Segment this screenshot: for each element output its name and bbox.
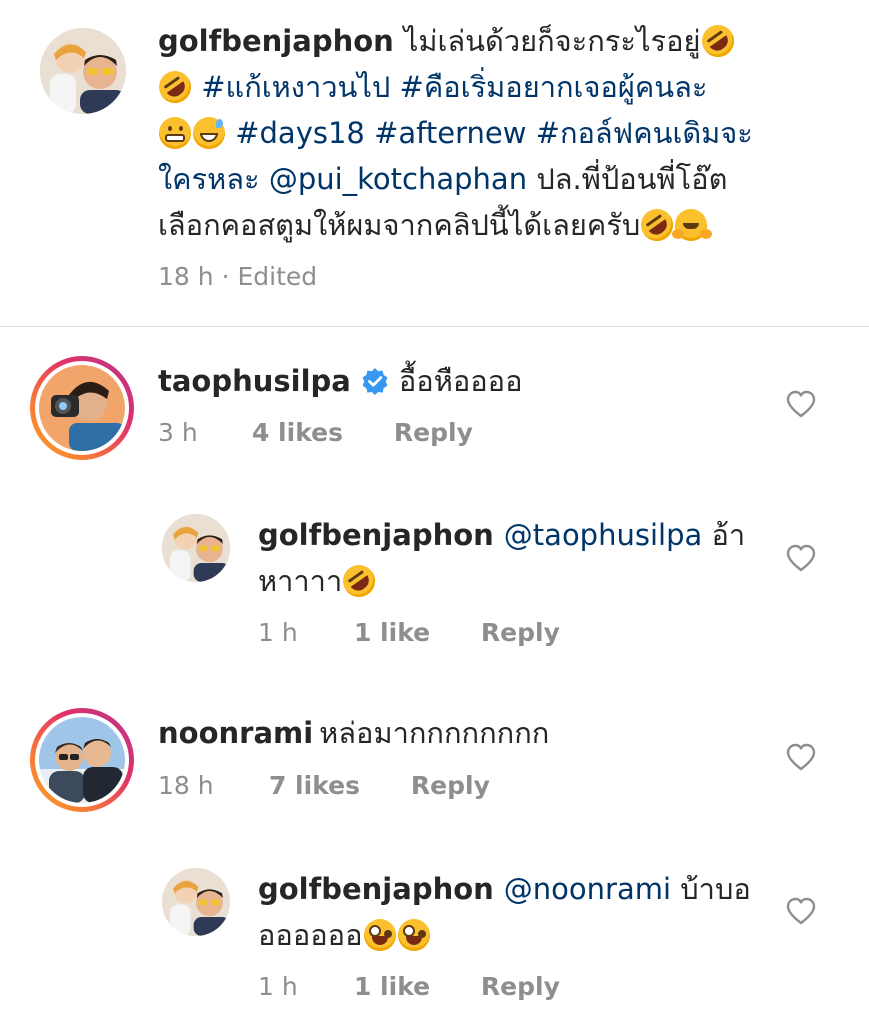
grin-sweat-emoji-icon bbox=[193, 117, 225, 149]
caption-hashtags[interactable]: #days18 #afternew #กอล์ฟคนเดิมจะ bbox=[235, 116, 753, 150]
comment-likes-count[interactable]: 4 likes bbox=[252, 418, 386, 447]
caption-divider bbox=[0, 326, 869, 327]
caption-avatar[interactable] bbox=[40, 28, 126, 114]
caption-text: golfbenjaphon ไม่เล่นด้วยก็จะกระไรอยู่ #แ… bbox=[152, 18, 798, 248]
reply-avatar[interactable] bbox=[162, 868, 230, 936]
zany-face-emoji-icon bbox=[363, 919, 396, 951]
avatar-photo bbox=[39, 717, 125, 803]
comment-avatar[interactable] bbox=[30, 356, 134, 460]
comment-avatar[interactable] bbox=[30, 708, 134, 812]
reply-text: golfbenjaphon @noonrami บ้าบอ ออออออ bbox=[258, 866, 758, 958]
reply-time: 1 h bbox=[258, 618, 298, 647]
caption-text-part: ปล.พี่ป้อนพี่โอ๊ต bbox=[536, 162, 728, 196]
comment-meta: 18 h 7 likes Reply bbox=[158, 771, 490, 800]
reply-mention[interactable]: @taophusilpa bbox=[504, 518, 702, 552]
caption-edited: · Edited bbox=[221, 262, 318, 291]
reply-username[interactable]: golfbenjaphon bbox=[258, 518, 494, 552]
reply-mention[interactable]: @noonrami bbox=[504, 872, 671, 906]
reply-meta: 1 h 1 like Reply bbox=[258, 618, 560, 647]
caption-meta: 18 h · Edited bbox=[158, 262, 317, 291]
caption-time: 18 h bbox=[158, 262, 214, 291]
reply-avatar[interactable] bbox=[162, 514, 230, 582]
comment-body: หล่อมากกกกกกกก bbox=[319, 716, 550, 750]
caption-mention[interactable]: @pui_kotchaphan bbox=[269, 162, 527, 196]
reply-button[interactable]: Reply bbox=[394, 418, 473, 447]
heart-outline-icon[interactable] bbox=[786, 743, 816, 771]
grimace-emoji-icon bbox=[159, 117, 191, 149]
comment-body: อื้อหืออออ bbox=[398, 364, 523, 398]
comment-username[interactable]: noonrami bbox=[158, 716, 313, 750]
heart-outline-icon[interactable] bbox=[786, 897, 816, 925]
heart-outline-icon[interactable] bbox=[786, 544, 816, 572]
comment-text: taophusilpa อื้อหืออออ bbox=[158, 358, 778, 404]
rofl-emoji-icon bbox=[152, 64, 198, 110]
caption-text-part: ไม่เล่นด้วยก็จะกระไรอยู่ bbox=[403, 24, 701, 58]
heart-outline-icon[interactable] bbox=[786, 390, 816, 418]
avatar-photo bbox=[162, 514, 230, 582]
reply-username[interactable]: golfbenjaphon bbox=[258, 872, 494, 906]
caption-hashtags[interactable]: #แก้เหงาวนไป #คือเริ่มอยากเจอผู้คนละ bbox=[201, 70, 707, 104]
reply-body: หาาาา bbox=[258, 564, 343, 598]
comment-text: noonrami หล่อมากกกกกกกก bbox=[158, 710, 778, 756]
zany-face-emoji-icon bbox=[397, 919, 430, 951]
reply-body: อ้า bbox=[711, 518, 746, 552]
comment-meta: 3 h 4 likes Reply bbox=[158, 418, 473, 447]
verified-badge-icon bbox=[362, 368, 388, 395]
comment-username[interactable]: taophusilpa bbox=[158, 364, 351, 398]
reply-meta: 1 h 1 like Reply bbox=[258, 972, 560, 1001]
comment-likes-count[interactable]: 7 likes bbox=[269, 771, 403, 800]
caption-username[interactable]: golfbenjaphon bbox=[158, 24, 394, 58]
rofl-emoji-icon bbox=[336, 558, 382, 604]
reply-likes-count[interactable]: 1 like bbox=[354, 972, 473, 1001]
rofl-emoji-icon bbox=[695, 18, 740, 64]
reply-text: golfbenjaphon @taophusilpa อ้า หาาาา bbox=[258, 512, 758, 604]
reply-button[interactable]: Reply bbox=[481, 972, 560, 1001]
caption-hashtag-continued[interactable]: ใครหละ bbox=[158, 162, 260, 196]
caption-text-part: เลือกคอสตูมให้ผมจากคลิปนี้ได้เลยครับ bbox=[158, 208, 641, 242]
reply-body: บ้าบอ bbox=[680, 872, 751, 906]
hugging-emoji-icon bbox=[672, 209, 708, 241]
avatar-photo bbox=[40, 28, 126, 114]
comment-time: 3 h bbox=[158, 418, 198, 447]
reply-body: ออออออ bbox=[258, 918, 363, 952]
reply-button[interactable]: Reply bbox=[411, 771, 490, 800]
reply-likes-count[interactable]: 1 like bbox=[354, 618, 473, 647]
reply-time: 1 h bbox=[258, 972, 298, 1001]
avatar-photo bbox=[39, 365, 125, 451]
comment-time: 18 h bbox=[158, 771, 214, 800]
rofl-emoji-icon bbox=[634, 202, 680, 248]
reply-button[interactable]: Reply bbox=[481, 618, 560, 647]
avatar-photo bbox=[162, 868, 230, 936]
